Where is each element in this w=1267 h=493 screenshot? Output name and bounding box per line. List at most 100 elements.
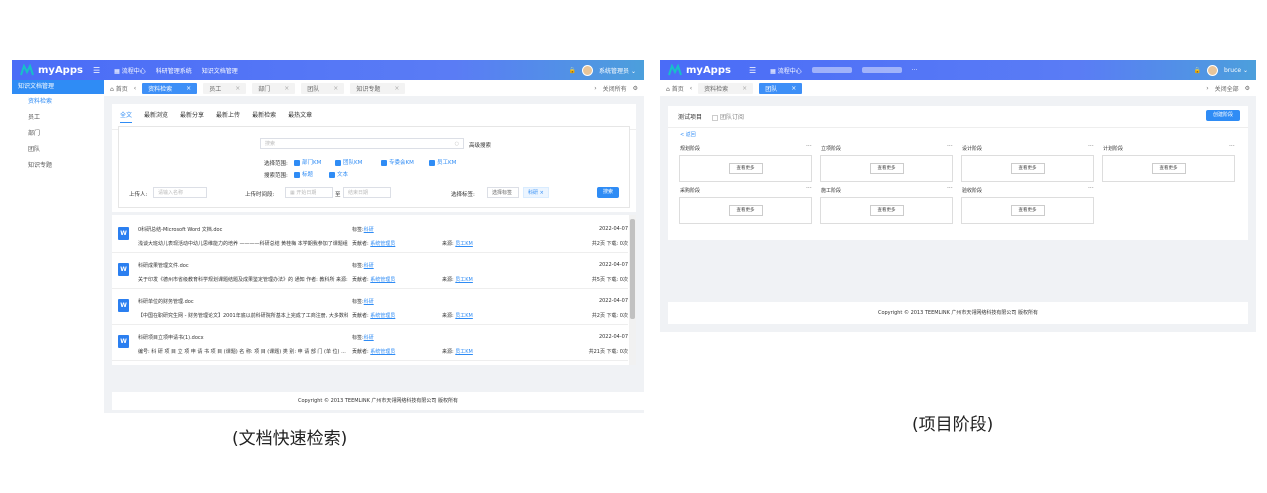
settings-icon[interactable]: ⚙ <box>633 85 638 92</box>
view-more-button[interactable]: 查看更多 <box>1010 205 1045 216</box>
subtab-fulltext[interactable]: 全文 <box>120 110 133 123</box>
sidebar-item-department[interactable]: 部门 <box>12 126 104 142</box>
project-stage-screenshot: myApps ☰ ▦ 流程中心 ··· 🔒 bruce ⌄ ⌂ 首页 ‹ 资料检… <box>660 60 1256 332</box>
tab-department[interactable]: 部门 × <box>252 82 296 94</box>
scope-dept-checkbox[interactable]: 部门KM <box>294 158 321 166</box>
create-stage-button[interactable]: 创建阶段 <box>1206 110 1240 121</box>
sidebar-title[interactable]: 知识文档管理 <box>12 80 104 94</box>
more-icon[interactable]: ··· <box>912 67 918 74</box>
app-logo[interactable]: myApps ☰ <box>660 60 756 80</box>
tabs-next-icon[interactable]: › <box>1206 85 1208 92</box>
menu-toggle-icon[interactable]: ☰ <box>93 66 100 75</box>
type-text-checkbox[interactable]: 文本 <box>329 170 348 178</box>
view-more-button[interactable]: 查看更多 <box>728 163 763 174</box>
tab-team[interactable]: 团队 × <box>301 82 345 94</box>
blurred-nav-item[interactable] <box>811 67 852 73</box>
result-item[interactable]: W 科研成果管理文件.doc 标签:科研 2022-04-07 关于印发《德州市… <box>112 254 628 289</box>
subtab-team-subscribe[interactable]: 团队订阅 <box>712 112 744 121</box>
search-icon: ○ <box>454 141 459 147</box>
sidebar-item-topic[interactable]: 知识专题 <box>12 158 104 174</box>
tag-chip[interactable]: 科研 × <box>523 187 549 198</box>
nav-research-system[interactable]: 科研管理系统 <box>156 66 192 75</box>
search-button[interactable]: 搜索 <box>597 187 619 198</box>
close-all-tabs[interactable]: 关闭所有 <box>603 84 627 93</box>
more-icon[interactable]: ··· <box>1088 185 1094 192</box>
tab-home[interactable]: ⌂ 首页 <box>110 84 128 93</box>
subtab-recent-view[interactable]: 最新浏览 <box>144 110 168 123</box>
result-item[interactable]: W 0科研总结-Microsoft Word 文档.doc 标签:科研 2022… <box>112 218 628 253</box>
back-link[interactable]: < 返回 <box>680 131 696 138</box>
view-more-button[interactable]: 查看更多 <box>869 205 904 216</box>
nav-process-center[interactable]: ▦ 流程中心 <box>770 66 802 75</box>
view-more-button[interactable]: 查看更多 <box>1151 163 1186 174</box>
view-more-button[interactable]: 查看更多 <box>1010 163 1045 174</box>
more-icon[interactable]: ··· <box>1088 143 1094 150</box>
tab-topic[interactable]: 知识专题 × <box>350 82 406 94</box>
stage-card: 查看更多 <box>679 197 812 224</box>
result-contributor: 贡献者: 系统管理员 <box>352 349 396 355</box>
tab-team[interactable]: 团队 × <box>759 82 803 94</box>
start-date-input[interactable]: ▦ 开始日期 <box>285 187 333 198</box>
result-title[interactable]: 科研单位的财务管理.doc <box>138 298 194 305</box>
sidebar-item-search[interactable]: 资料检索 <box>12 94 104 110</box>
type-title-checkbox[interactable]: 标题 <box>294 170 313 178</box>
menu-toggle-icon[interactable]: ☰ <box>749 66 756 75</box>
results-scrollbar[interactable] <box>629 215 636 365</box>
stage-label: 计划阶段 <box>1103 146 1124 152</box>
uploader-input[interactable]: 请输入名称 <box>153 187 207 198</box>
settings-icon[interactable]: ⚙ <box>1245 85 1250 92</box>
more-icon[interactable]: ··· <box>947 185 953 192</box>
result-item[interactable]: W 科研单位的财务管理.doc 标签:科研 2022-04-07 【中国在职研究… <box>112 290 628 325</box>
nav-process-center[interactable]: ▦ 流程中心 <box>114 66 146 75</box>
tabs-prev-icon[interactable]: ‹ <box>690 85 692 92</box>
more-icon[interactable]: ··· <box>806 185 812 192</box>
subtab-recent-upload[interactable]: 最新上传 <box>216 110 240 123</box>
scroll-thumb[interactable] <box>630 219 635 319</box>
search-input[interactable]: 搜索 ○ <box>260 138 464 149</box>
lock-icon[interactable]: 🔒 <box>569 67 576 74</box>
tab-search[interactable]: 资料检索 × <box>698 82 754 94</box>
avatar[interactable] <box>582 64 594 76</box>
sidebar-item-employee[interactable]: 员工 <box>12 110 104 126</box>
result-source: 来源: 员工KM <box>442 313 473 319</box>
lock-icon[interactable]: 🔒 <box>1194 67 1201 74</box>
footer: Copyright © 2013 TEEMLINK 广州市天翎网络科技有限公司 … <box>112 392 644 410</box>
result-title[interactable]: 科研成果管理文件.doc <box>138 262 189 269</box>
more-icon[interactable]: ··· <box>1229 143 1235 150</box>
result-desc: 【中国在职研究生网 - 财务管理论文】2001年底以前科研院所基本上完成了工商注… <box>138 313 348 319</box>
subtab-recent-search[interactable]: 最新检索 <box>252 110 276 123</box>
subtab-recent-share[interactable]: 最新分享 <box>180 110 204 123</box>
result-title[interactable]: 0科研总结-Microsoft Word 文档.doc <box>138 226 222 233</box>
scope-team-checkbox[interactable]: 团队KM <box>335 158 362 166</box>
tabs-next-icon[interactable]: › <box>594 85 596 92</box>
view-more-button[interactable]: 查看更多 <box>869 163 904 174</box>
stage-card: 查看更多 <box>1102 155 1235 182</box>
nav-knowledge-docs[interactable]: 知识文档管理 <box>202 66 238 75</box>
view-more-button[interactable]: 查看更多 <box>728 205 763 216</box>
tag-select[interactable]: 选择标签 <box>487 187 519 198</box>
app-logo[interactable]: myApps ☰ <box>12 60 100 80</box>
tab-search[interactable]: 资料检索 × <box>142 82 198 94</box>
user-menu[interactable]: 系统管理员 ⌄ <box>599 66 636 75</box>
stage-label: 采购阶段 <box>680 188 701 194</box>
subtab-hot[interactable]: 最热文章 <box>288 110 312 123</box>
result-item[interactable]: W 科研项目立项申请书(1).docx 标签:科研 2022-04-07 编号:… <box>112 326 628 361</box>
blurred-nav-item[interactable] <box>861 67 902 73</box>
avatar[interactable] <box>1206 64 1218 76</box>
user-menu[interactable]: bruce ⌄ <box>1224 67 1248 74</box>
advanced-search-link[interactable]: 高级搜索 <box>469 141 491 149</box>
tabs-prev-icon[interactable]: ‹ <box>134 85 136 92</box>
scope-employee-checkbox[interactable]: 员工KM <box>429 158 456 166</box>
close-all-tabs[interactable]: 关闭全部 <box>1215 84 1239 93</box>
result-title[interactable]: 科研项目立项申请书(1).docx <box>138 334 204 341</box>
stage-label: 验收阶段 <box>962 188 983 194</box>
more-icon[interactable]: ··· <box>947 143 953 150</box>
more-icon[interactable]: ··· <box>806 143 812 150</box>
word-doc-icon: W <box>118 335 129 348</box>
subtab-test-project[interactable]: 测试项目 <box>678 112 702 121</box>
end-date-input[interactable]: 结束日期 <box>343 187 391 198</box>
scope-committee-checkbox[interactable]: 专委会KM <box>381 158 414 166</box>
sidebar-item-team[interactable]: 团队 <box>12 142 104 158</box>
tab-employee[interactable]: 员工 × <box>203 82 247 94</box>
tab-home[interactable]: ⌂ 首页 <box>666 84 684 93</box>
